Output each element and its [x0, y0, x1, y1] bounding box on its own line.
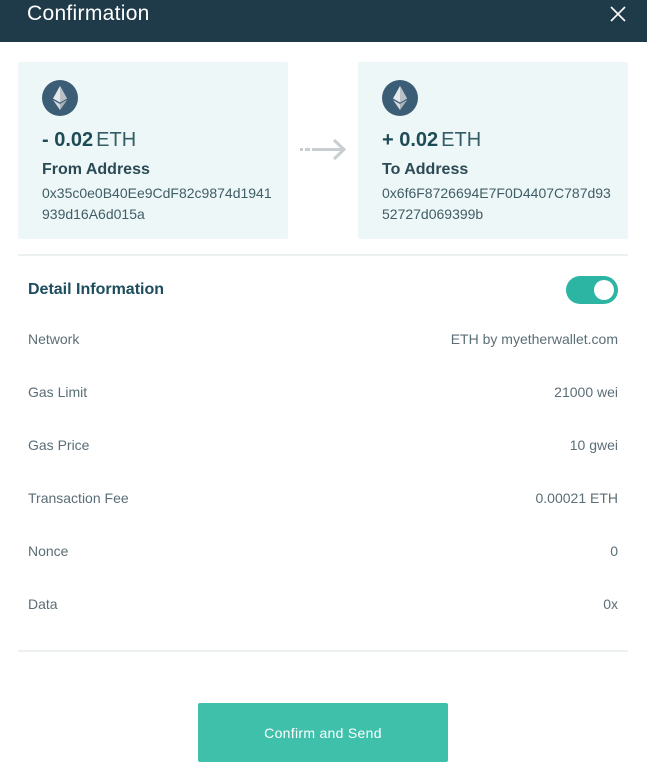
detail-row-transaction-fee: Transaction Fee 0.00021 ETH	[28, 471, 618, 524]
detail-value: 21000 wei	[554, 383, 618, 400]
detail-toggle[interactable]	[566, 276, 618, 304]
detail-label: Data	[28, 595, 58, 612]
detail-value: 0x	[603, 595, 618, 612]
to-address-card: + 0.02 ETH To Address 0x6f6F8726694E7F0D4…	[358, 62, 628, 239]
modal-header: Confirmation	[0, 0, 647, 42]
from-amount-value: - 0.02	[42, 129, 94, 151]
detail-label: Network	[28, 330, 80, 347]
to-amount-unit: ETH	[441, 129, 482, 151]
divider	[18, 254, 628, 256]
to-amount-value: + 0.02	[382, 129, 439, 151]
from-amount-unit: ETH	[96, 129, 137, 151]
detail-label: Transaction Fee	[28, 489, 129, 506]
detail-row-network: Network ETH by myetherwallet.com	[28, 312, 618, 365]
detail-row-gas-price: Gas Price 10 gwei	[28, 418, 618, 471]
from-address-card: - 0.02 ETH From Address 0x35c0e0B40Ee9CdF…	[18, 62, 288, 239]
transfer-summary: - 0.02 ETH From Address 0x35c0e0B40Ee9CdF…	[0, 42, 647, 255]
detail-label: Gas Price	[28, 436, 90, 453]
from-address-label: From Address	[42, 161, 150, 178]
close-button[interactable]	[607, 3, 629, 25]
to-address-label: To Address	[382, 161, 469, 178]
detail-header: Detail Information	[28, 276, 618, 304]
from-address-value: 0x35c0e0B40Ee9CdF82c9874d1941939d16A6d01…	[42, 185, 272, 222]
confirm-and-send-button[interactable]: Confirm and Send	[198, 703, 448, 762]
modal-title: Confirmation	[27, 2, 150, 25]
detail-value: 0.00021 ETH	[535, 489, 619, 506]
detail-row-nonce: Nonce 0	[28, 524, 618, 577]
confirmation-modal: Confirmation - 0.02 ETH From Address 0x35…	[0, 0, 647, 768]
detail-value: 0	[610, 542, 618, 559]
divider	[18, 650, 628, 652]
close-icon	[610, 6, 626, 22]
detail-list: Network ETH by myetherwallet.com Gas Lim…	[28, 312, 618, 630]
arrow-right-icon	[300, 138, 347, 161]
detail-label: Nonce	[28, 542, 69, 559]
detail-value: 10 gwei	[569, 436, 618, 453]
ethereum-icon	[42, 80, 78, 116]
detail-row-gas-limit: Gas Limit 21000 wei	[28, 365, 618, 418]
detail-value: ETH by myetherwallet.com	[450, 330, 618, 347]
to-address-value: 0x6f6F8726694E7F0D4407C787d9352727d06939…	[382, 185, 611, 222]
to-amount: + 0.02 ETH	[382, 128, 628, 152]
detail-title: Detail Information	[28, 281, 165, 298]
ethereum-icon	[382, 80, 418, 116]
detail-label: Gas Limit	[28, 383, 88, 400]
detail-row-data: Data 0x	[28, 577, 618, 630]
toggle-knob	[594, 280, 614, 300]
from-amount: - 0.02 ETH	[42, 128, 288, 152]
